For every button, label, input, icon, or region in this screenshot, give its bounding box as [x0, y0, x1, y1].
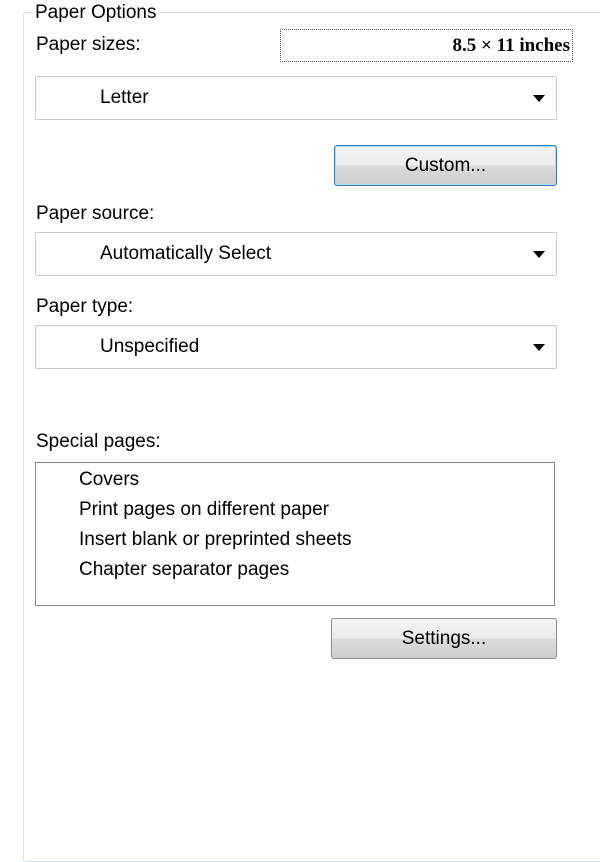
settings-button[interactable]: Settings...: [331, 618, 557, 659]
list-item[interactable]: Insert blank or preprinted sheets: [79, 528, 352, 552]
paper-type-value: Unspecified: [100, 336, 200, 357]
list-item[interactable]: Chapter separator pages: [79, 558, 289, 582]
group-title: Paper Options: [32, 0, 160, 26]
list-item[interactable]: Print pages on different paper: [79, 498, 329, 522]
paper-source-value: Automatically Select: [100, 243, 272, 264]
paper-size-value: Letter: [100, 87, 149, 108]
paper-source-label: Paper source:: [36, 203, 155, 224]
paper-type-label: Paper type:: [36, 296, 134, 317]
paper-sizes-label: Paper sizes:: [36, 34, 141, 55]
paper-size-select[interactable]: Letter: [35, 76, 557, 120]
custom-size-button[interactable]: Custom...: [334, 145, 557, 186]
chevron-down-icon: [533, 251, 545, 258]
list-item[interactable]: Covers: [79, 468, 139, 492]
chevron-down-icon: [533, 95, 545, 102]
paper-type-select[interactable]: Unspecified: [35, 325, 557, 369]
special-pages-label: Special pages:: [36, 431, 161, 452]
chevron-down-icon: [533, 344, 545, 351]
special-pages-list[interactable]: Covers Print pages on different paper In…: [35, 462, 555, 606]
paper-source-select[interactable]: Automatically Select: [35, 232, 557, 276]
paper-dimensions-display: 8.5 × 11 inches: [280, 29, 573, 62]
